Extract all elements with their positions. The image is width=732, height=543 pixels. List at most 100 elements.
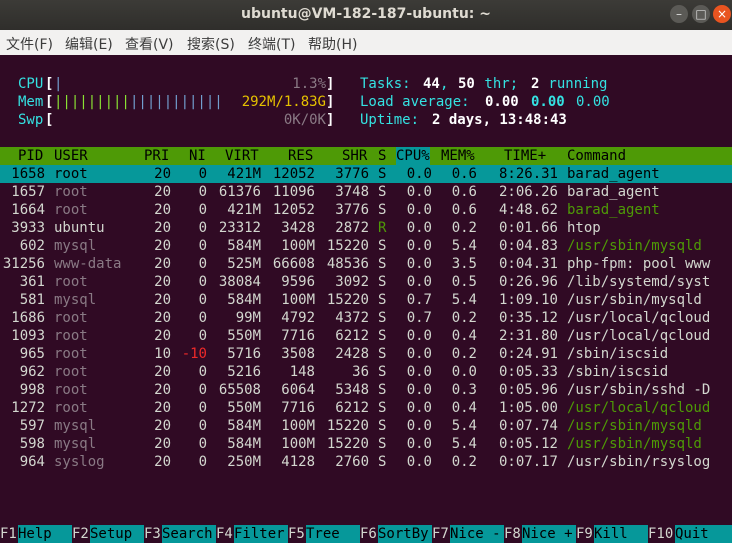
process-row[interactable]: 1686 root 20 0 99M 4792 4372 S 0.7 0.2 0:35.12/usr… [0,309,732,327]
cell-ni: 0 [198,184,207,200]
f10-key[interactable]: F10 [648,525,673,543]
swp-value: 0K/0K [283,112,326,128]
cell-cmd: /usr/sbin/mysqld [567,238,702,254]
f3-search[interactable]: Search [162,525,216,543]
cell-pri: 20 [154,256,171,272]
mem-value: 292M/1.83G [241,94,326,110]
f6-sortby[interactable]: SortBy [378,525,432,543]
f6-key[interactable]: F6 [360,525,377,543]
cell-virt: 421M [227,202,261,218]
f8-nice-plus[interactable]: Nice + [522,525,576,543]
f9-key[interactable]: F9 [576,525,593,543]
col-virt[interactable]: VIRT [225,147,259,165]
cell-res: 100M [281,436,315,452]
col-cpu-sorted[interactable]: CPU% [396,147,430,165]
cell-cpu: 0.0 [406,184,432,200]
process-row[interactable]: 1658 root 20 0 421M 12052 3776 S 0.0 0.6 8:26.31 ba… [0,165,732,183]
cell-time: 0:24.91 [498,346,558,362]
process-row[interactable]: 1093 root 20 0 550M 7716 6212 S 0.0 0.4 2:31.80/us… [0,327,732,345]
cell-cmd: /usr/local/qcloud [567,328,711,344]
menu-edit[interactable]: 编辑(E) [65,34,113,54]
f3-key[interactable]: F3 [144,525,161,543]
cell-ni: 0 [198,436,207,452]
f4-key[interactable]: F4 [216,525,233,543]
cell-s: S [378,292,387,308]
cell-shr: 2872 [335,220,369,236]
cell-res: 66608 [272,256,315,272]
col-shr[interactable]: SHR [342,147,367,165]
process-row[interactable]: 1664 root 20 0 421M 12052 3776 S 0.0 0.6 4:48.62 ba… [0,201,732,219]
cell-ni: 0 [198,238,207,254]
f5-key[interactable]: F5 [288,525,305,543]
maximize-button[interactable]: □ [692,5,710,23]
menu-help[interactable]: 帮助(H) [308,34,357,54]
process-row[interactable]: 361 root 20 0 38084 9596 3092 S 0.0 0.5 0:26.96/li… [0,273,732,291]
cell-cpu: 0.0 [406,400,432,416]
col-command[interactable]: Command [567,147,626,165]
terminal[interactable]: CPU [ | 1.3% ] Mem [ ||||||||| |||||||||… [0,55,732,543]
cell-user: root [54,382,88,398]
col-s[interactable]: S [378,147,386,165]
f1-key[interactable]: F1 [0,525,17,543]
f10-quit[interactable]: Quit [675,525,732,543]
cell-pid: 962 [19,364,45,380]
col-pri[interactable]: PRI [144,147,169,165]
cell-user: root [54,364,88,380]
cell-s: S [378,184,387,200]
cell-cpu: 0.7 [406,292,432,308]
cell-shr: 6212 [335,400,369,416]
f9-kill[interactable]: Kill [594,525,648,543]
process-row[interactable]: 602 mysql 20 0 584M 100M 15220 S 0.0 5.4 0:04.83/u… [0,237,732,255]
f7-nice-minus[interactable]: Nice - [450,525,504,543]
f7-key[interactable]: F7 [432,525,449,543]
process-row[interactable]: 964 syslog 20 0 250M 4128 2760 S 0.0 0.2 0:07.17/u… [0,453,732,471]
col-pid[interactable]: PID [18,147,43,165]
close-button[interactable]: × [713,5,731,23]
cell-cmd: /usr/sbin/sshd -D [567,382,711,398]
col-ni[interactable]: NI [189,147,206,165]
process-row[interactable]: 598 mysql 20 0 584M 100M 15220 S 0.0 5.4 0:05.12/u… [0,435,732,453]
process-row[interactable]: 31256 www-data 20 0 525M 66608 48536 S 0.0 3.5 0:0… [0,255,732,273]
cell-virt: 584M [227,292,261,308]
menu-file[interactable]: 文件(F) [6,34,53,54]
cell-time: 0:07.17 [498,454,558,470]
cell-pid: 1658 [11,166,45,182]
cell-pri: 20 [154,166,171,182]
process-row[interactable]: 962 root 20 0 5216 148 36 S 0.0 0.0 0:05.33/sbin/i… [0,363,732,381]
f2-key[interactable]: F2 [72,525,89,543]
cell-mem: 3.5 [451,256,477,272]
process-row[interactable]: 3933 ubuntu 20 0 23312 3428 2872 R 0.0 0.2 0:01.66… [0,219,732,237]
cell-pid: 964 [19,454,45,470]
cell-res: 4128 [281,454,315,470]
process-row[interactable]: 965 root 10 -10 5716 3508 2428 S 0.0 0.2 0:24.91/s… [0,345,732,363]
cell-pid: 1657 [11,184,45,200]
cell-time: 0:35.12 [498,310,558,326]
cell-cpu: 0.0 [406,454,432,470]
minimize-button[interactable]: – [670,5,688,23]
cell-cmd: /sbin/iscsid [567,364,669,380]
cell-mem: 0.6 [451,166,477,182]
f2-setup[interactable]: Setup [90,525,144,543]
process-row[interactable]: 597 mysql 20 0 584M 100M 15220 S 0.0 5.4 0:07.74/u… [0,417,732,435]
f5-tree[interactable]: Tree [306,525,360,543]
menu-view[interactable]: 查看(V) [125,34,174,54]
menu-terminal[interactable]: 终端(T) [248,34,295,54]
cell-virt: 250M [227,454,261,470]
menu-search[interactable]: 搜索(S) [187,34,235,54]
process-row[interactable]: 1272 root 20 0 550M 7716 6212 S 0.0 0.4 1:05.00/us… [0,399,732,417]
cell-cpu: 0.0 [406,166,432,182]
cell-cmd: /usr/sbin/rsyslog [567,454,711,470]
process-row[interactable]: 1657 root 20 0 61376 11096 3748 S 0.0 0.6 2:06.26 b… [0,183,732,201]
f4-filter[interactable]: Filter [234,525,288,543]
col-time[interactable]: TIME+ [504,147,546,165]
cell-s: S [378,238,387,254]
process-row[interactable]: 581 mysql 20 0 584M 100M 15220 S 0.7 5.4 1:09.10/u… [0,291,732,309]
cell-virt: 550M [227,328,261,344]
col-user[interactable]: USER [54,147,88,165]
col-res[interactable]: RES [288,147,313,165]
process-row[interactable]: 998 root 20 0 65508 6064 5348 S 0.0 0.3 0:05.96/us… [0,381,732,399]
cell-cpu: 0.0 [406,436,432,452]
f1-help[interactable]: Help [18,525,72,543]
f8-key[interactable]: F8 [504,525,521,543]
col-mem[interactable]: MEM% [441,147,475,165]
